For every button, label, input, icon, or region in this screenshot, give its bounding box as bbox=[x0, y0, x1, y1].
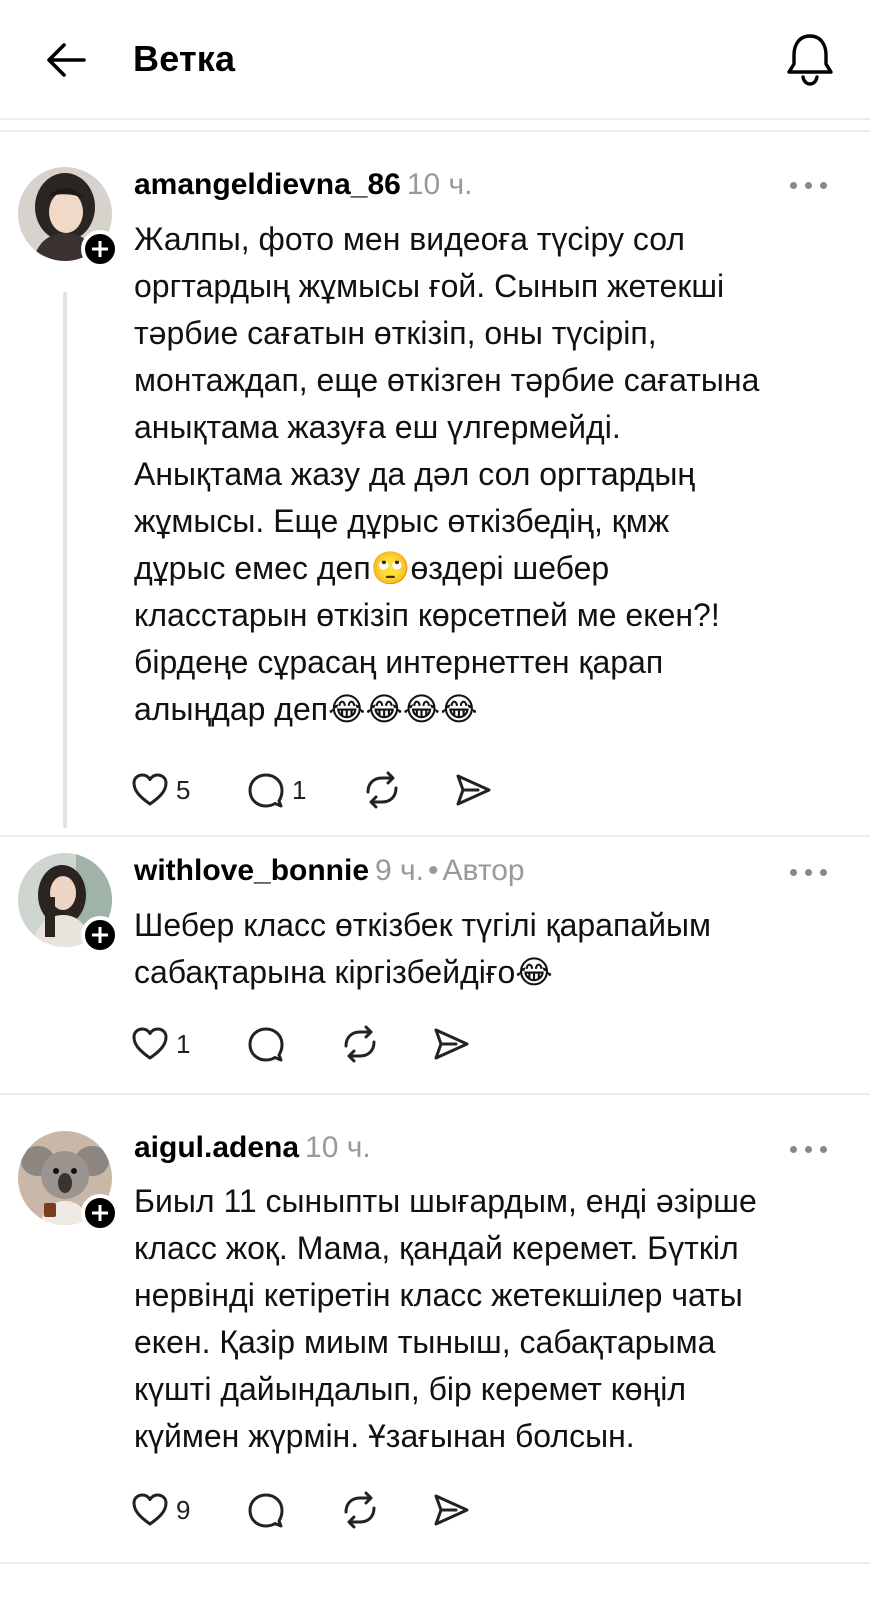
top-bar: Ветка bbox=[0, 0, 870, 118]
like-count: 1 bbox=[176, 1028, 191, 1059]
reply-button[interactable]: 1 bbox=[246, 768, 306, 812]
more-dot bbox=[805, 182, 812, 189]
more-horizontal-icon bbox=[790, 1146, 797, 1153]
comment-meta: aigul.adena 10 ч. bbox=[134, 1131, 371, 1165]
send-icon bbox=[434, 1028, 469, 1060]
comment-icon bbox=[248, 773, 284, 808]
reply-button[interactable] bbox=[246, 1022, 286, 1066]
repost-icon bbox=[344, 1025, 376, 1063]
comment-actions: 9 bbox=[130, 1488, 570, 1532]
heart-icon bbox=[132, 1493, 168, 1526]
reply-count: 1 bbox=[292, 774, 307, 805]
timestamp: 9 ч. bbox=[375, 854, 425, 887]
comment-meta: withlove_bonnie 9 ч. • Автор bbox=[134, 854, 525, 888]
more-dot bbox=[805, 869, 812, 876]
more-dot bbox=[820, 869, 827, 876]
comment-actions: 1 bbox=[130, 1022, 570, 1066]
more-horizontal-icon bbox=[790, 869, 797, 876]
header-divider bbox=[0, 118, 870, 120]
comment-meta: amangeldievna_86 10 ч. bbox=[134, 168, 472, 202]
like-button[interactable]: 5 bbox=[130, 768, 190, 812]
follow-button[interactable] bbox=[81, 230, 119, 268]
repost-button[interactable] bbox=[360, 768, 404, 812]
share-button[interactable] bbox=[430, 1022, 472, 1066]
follow-button[interactable] bbox=[81, 916, 119, 954]
like-count: 9 bbox=[176, 1494, 191, 1525]
comment-divider bbox=[0, 835, 870, 837]
thread-line bbox=[63, 292, 67, 828]
timestamp: 10 ч. bbox=[305, 1131, 371, 1164]
page-title: Ветка bbox=[133, 38, 236, 79]
send-icon bbox=[434, 1494, 469, 1526]
arrow-left-icon bbox=[47, 43, 86, 77]
section-divider bbox=[0, 130, 870, 132]
back-button[interactable] bbox=[42, 38, 90, 82]
more-options-button[interactable] bbox=[790, 1141, 828, 1157]
more-dot bbox=[820, 1146, 827, 1153]
notifications-button[interactable] bbox=[784, 30, 836, 88]
repost-icon bbox=[344, 1491, 376, 1529]
like-count: 5 bbox=[176, 774, 191, 805]
follow-button[interactable] bbox=[81, 1194, 119, 1232]
username[interactable]: amangeldievna_86 bbox=[134, 168, 401, 201]
repost-button[interactable] bbox=[338, 1022, 382, 1066]
timestamp: 10 ч. bbox=[406, 168, 473, 201]
more-options-button[interactable] bbox=[790, 864, 828, 880]
share-button[interactable] bbox=[430, 1488, 472, 1532]
reply-button[interactable] bbox=[246, 1488, 286, 1532]
comment-text: Биыл 11 сыныпты шығардым, енді әзірше кл… bbox=[134, 1183, 757, 1454]
heart-icon bbox=[132, 1027, 168, 1060]
more-options-button[interactable] bbox=[790, 177, 828, 193]
username[interactable]: aigul.adena bbox=[134, 1131, 299, 1164]
comment-icon bbox=[248, 1027, 284, 1062]
meta-separator: • bbox=[428, 854, 439, 887]
comment-text: Шебер класс өткізбек түгілі қарапайым са… bbox=[134, 907, 711, 990]
more-horizontal-icon bbox=[790, 182, 797, 189]
author-tag: Автор bbox=[442, 854, 525, 887]
repost-icon bbox=[366, 771, 398, 809]
comment-text: Жалпы, фото мен видеоға түсіру сол оргта… bbox=[134, 221, 760, 727]
send-icon bbox=[456, 774, 491, 806]
repost-button[interactable] bbox=[338, 1488, 382, 1532]
like-button[interactable]: 1 bbox=[130, 1022, 190, 1066]
share-button[interactable] bbox=[452, 768, 494, 812]
bell-icon bbox=[787, 34, 833, 86]
comment-actions: 5 1 bbox=[130, 768, 570, 812]
more-dot bbox=[820, 182, 827, 189]
comment-divider bbox=[0, 1093, 870, 1095]
like-button[interactable]: 9 bbox=[130, 1488, 190, 1532]
username[interactable]: withlove_bonnie bbox=[134, 854, 369, 887]
heart-icon bbox=[132, 773, 168, 806]
comment-icon bbox=[248, 1493, 284, 1528]
more-dot bbox=[805, 1146, 812, 1153]
comment-divider bbox=[0, 1562, 870, 1564]
